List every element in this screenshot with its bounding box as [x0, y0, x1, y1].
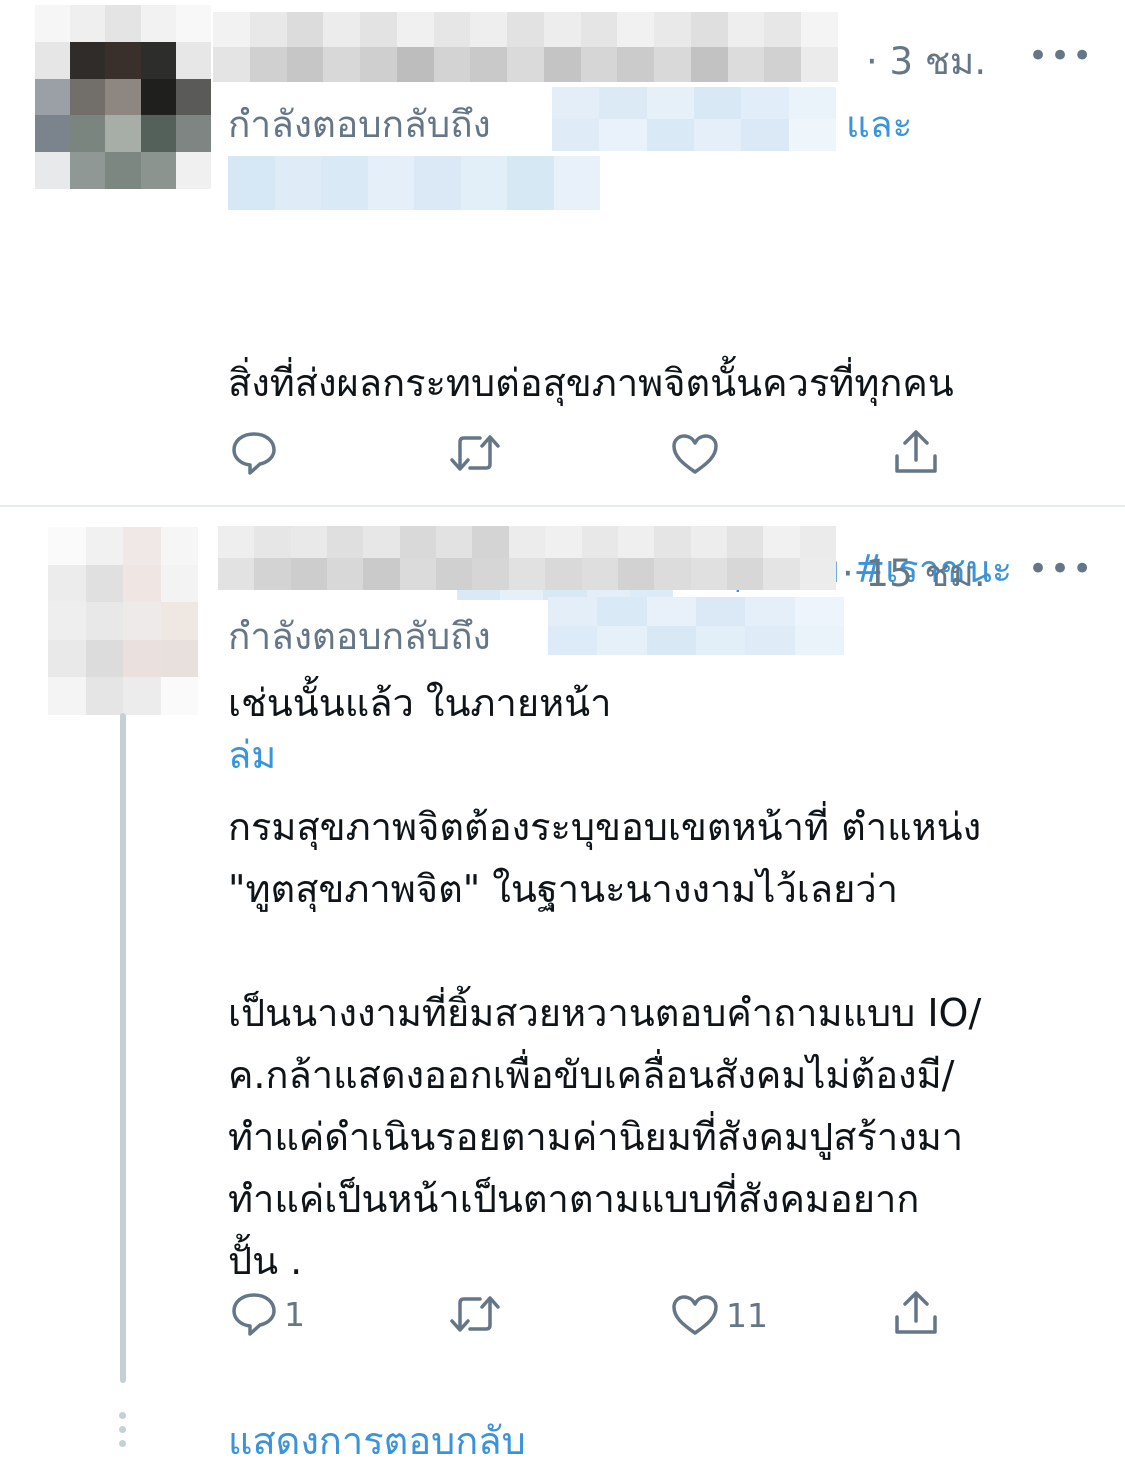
mention-blurred-2[interactable]	[228, 156, 600, 210]
share-icon	[892, 428, 940, 476]
replying-to-label: กำลังตอบกลับถึง	[228, 615, 491, 658]
share-icon	[892, 1289, 940, 1337]
reply-button[interactable]	[230, 430, 284, 476]
avatar-blurred[interactable]	[35, 5, 211, 189]
avatar-blurred[interactable]	[48, 527, 198, 715]
mention-blurred[interactable]	[552, 87, 836, 151]
mention-blurred[interactable]	[548, 597, 844, 655]
like-count: 11	[726, 1295, 768, 1335]
retweet-button[interactable]	[448, 1293, 508, 1335]
tweet-2[interactable]: · 15 ชม. ••• กำลังตอบกลับถึง เช่นนั้นแล้…	[0, 507, 1125, 1484]
username-blurred[interactable]	[213, 12, 838, 82]
replying-to-label: กำลังตอบกลับถึง	[228, 103, 491, 146]
share-button[interactable]	[892, 1289, 940, 1337]
thread-more-dots-icon	[119, 1412, 126, 1447]
more-icon[interactable]: •••	[1028, 36, 1094, 76]
reply-button[interactable]: 1	[230, 1291, 305, 1337]
like-button[interactable]	[670, 432, 726, 476]
tweet-1[interactable]: · 3 ชม. ••• กำลังตอบกลับถึง และ สิ่งที่ส…	[0, 0, 1125, 777]
reply-icon	[230, 1291, 278, 1337]
like-icon	[670, 1293, 720, 1337]
more-icon[interactable]: •••	[1028, 549, 1094, 589]
tweet-timestamp[interactable]: · 15 ชม.	[842, 544, 986, 603]
retweet-icon	[448, 432, 502, 474]
tweet-body-line: สิ่งที่ส่งผลกระทบต่อสุขภาพจิตนั้นควรที่ท…	[228, 361, 954, 405]
retweet-icon	[448, 1293, 502, 1335]
retweet-button[interactable]	[448, 432, 508, 474]
reply-icon	[230, 430, 278, 476]
like-icon	[670, 432, 720, 476]
username-blurred[interactable]	[218, 526, 836, 590]
replying-to-and: และ	[846, 103, 913, 146]
thread-line	[120, 713, 126, 1383]
share-button[interactable]	[892, 428, 940, 476]
show-replies-link[interactable]: แสดงการตอบกลับ	[228, 1410, 526, 1471]
like-button[interactable]: 11	[670, 1293, 768, 1337]
tweet-body: เช่นนั้นแล้ว ในภายหน้า กรมสุขภาพจิตต้องร…	[228, 681, 982, 1283]
reply-count: 1	[284, 1294, 305, 1334]
tweet-timestamp[interactable]: · 3 ชม.	[866, 32, 986, 91]
